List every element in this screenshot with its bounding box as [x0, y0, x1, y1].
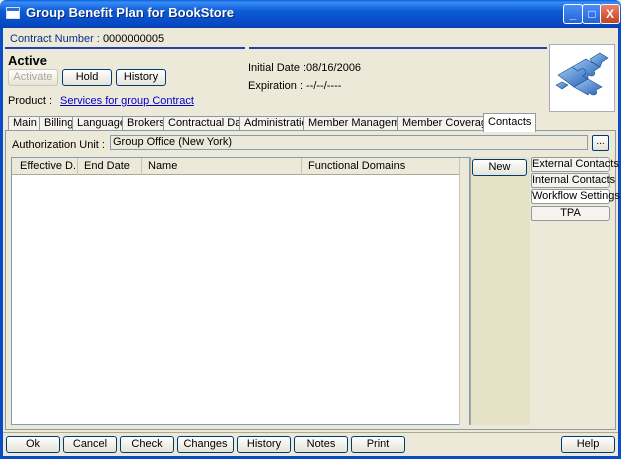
- print-button[interactable]: Print: [351, 436, 405, 453]
- product-link[interactable]: Services for group Contract: [60, 95, 194, 107]
- product-label: Product :: [8, 95, 53, 107]
- grid-action-panel: [470, 157, 530, 425]
- help-button[interactable]: Help: [561, 436, 615, 453]
- tab-contacts[interactable]: Contacts: [483, 113, 537, 132]
- puzzle-logo-icon: [549, 44, 615, 112]
- side-tab-external-contacts[interactable]: External Contacts: [531, 157, 619, 172]
- grid-header: Effective D... End Date Name Functional …: [12, 158, 469, 175]
- initial-date-label: Initial Date :: [248, 62, 307, 74]
- activate-button[interactable]: Activate: [8, 69, 58, 86]
- authorization-unit-label: Authorization Unit :: [12, 139, 105, 151]
- column-effective-date[interactable]: Effective D...: [14, 158, 78, 175]
- close-button[interactable]: X: [600, 4, 620, 24]
- authorization-unit-field[interactable]: Group Office (New York): [110, 135, 588, 150]
- contract-status: Active: [8, 53, 48, 68]
- side-tab-internal-contacts[interactable]: Internal Contacts: [531, 173, 615, 188]
- column-functional-domains[interactable]: Functional Domains: [302, 158, 460, 175]
- history-button[interactable]: History: [116, 69, 166, 86]
- side-tab-tpa[interactable]: TPA: [531, 206, 610, 221]
- contacts-grid[interactable]: Effective D... End Date Name Functional …: [11, 157, 470, 425]
- header-divider-right: [249, 47, 547, 49]
- contract-number-label: Contract Number :: [10, 33, 100, 45]
- cancel-button[interactable]: Cancel: [63, 436, 117, 453]
- window-title: Group Benefit Plan for BookStore: [26, 5, 235, 20]
- window-icon: [6, 7, 20, 19]
- initial-date-value: 08/16/2006: [306, 62, 362, 74]
- expiration-label: Expiration :: [248, 80, 304, 92]
- grid-scrollbar[interactable]: [459, 170, 469, 425]
- hold-button[interactable]: Hold: [62, 69, 112, 86]
- column-name[interactable]: Name: [142, 158, 302, 175]
- authorization-unit-browse-button[interactable]: ...: [592, 135, 609, 151]
- column-end-date[interactable]: End Date: [78, 158, 142, 175]
- header-divider-left: [5, 47, 245, 49]
- new-contact-button[interactable]: New: [472, 159, 527, 176]
- tab-main[interactable]: Main: [8, 116, 42, 131]
- ok-button[interactable]: Ok: [6, 436, 60, 453]
- maximize-button[interactable]: □: [582, 4, 602, 24]
- check-button[interactable]: Check: [120, 436, 174, 453]
- side-tab-workflow-settings[interactable]: Workflow Settings: [531, 189, 620, 204]
- changes-button[interactable]: Changes: [177, 436, 234, 453]
- title-bar: Group Benefit Plan for BookStore _ □ X: [0, 0, 621, 28]
- expiration-value: --/--/----: [306, 80, 342, 92]
- contract-number: Contract Number : 0000000005: [10, 33, 164, 45]
- contract-number-value: 0000000005: [102, 33, 165, 45]
- minimize-button[interactable]: _: [563, 4, 583, 24]
- notes-button[interactable]: Notes: [294, 436, 348, 453]
- footer-history-button[interactable]: History: [237, 436, 291, 453]
